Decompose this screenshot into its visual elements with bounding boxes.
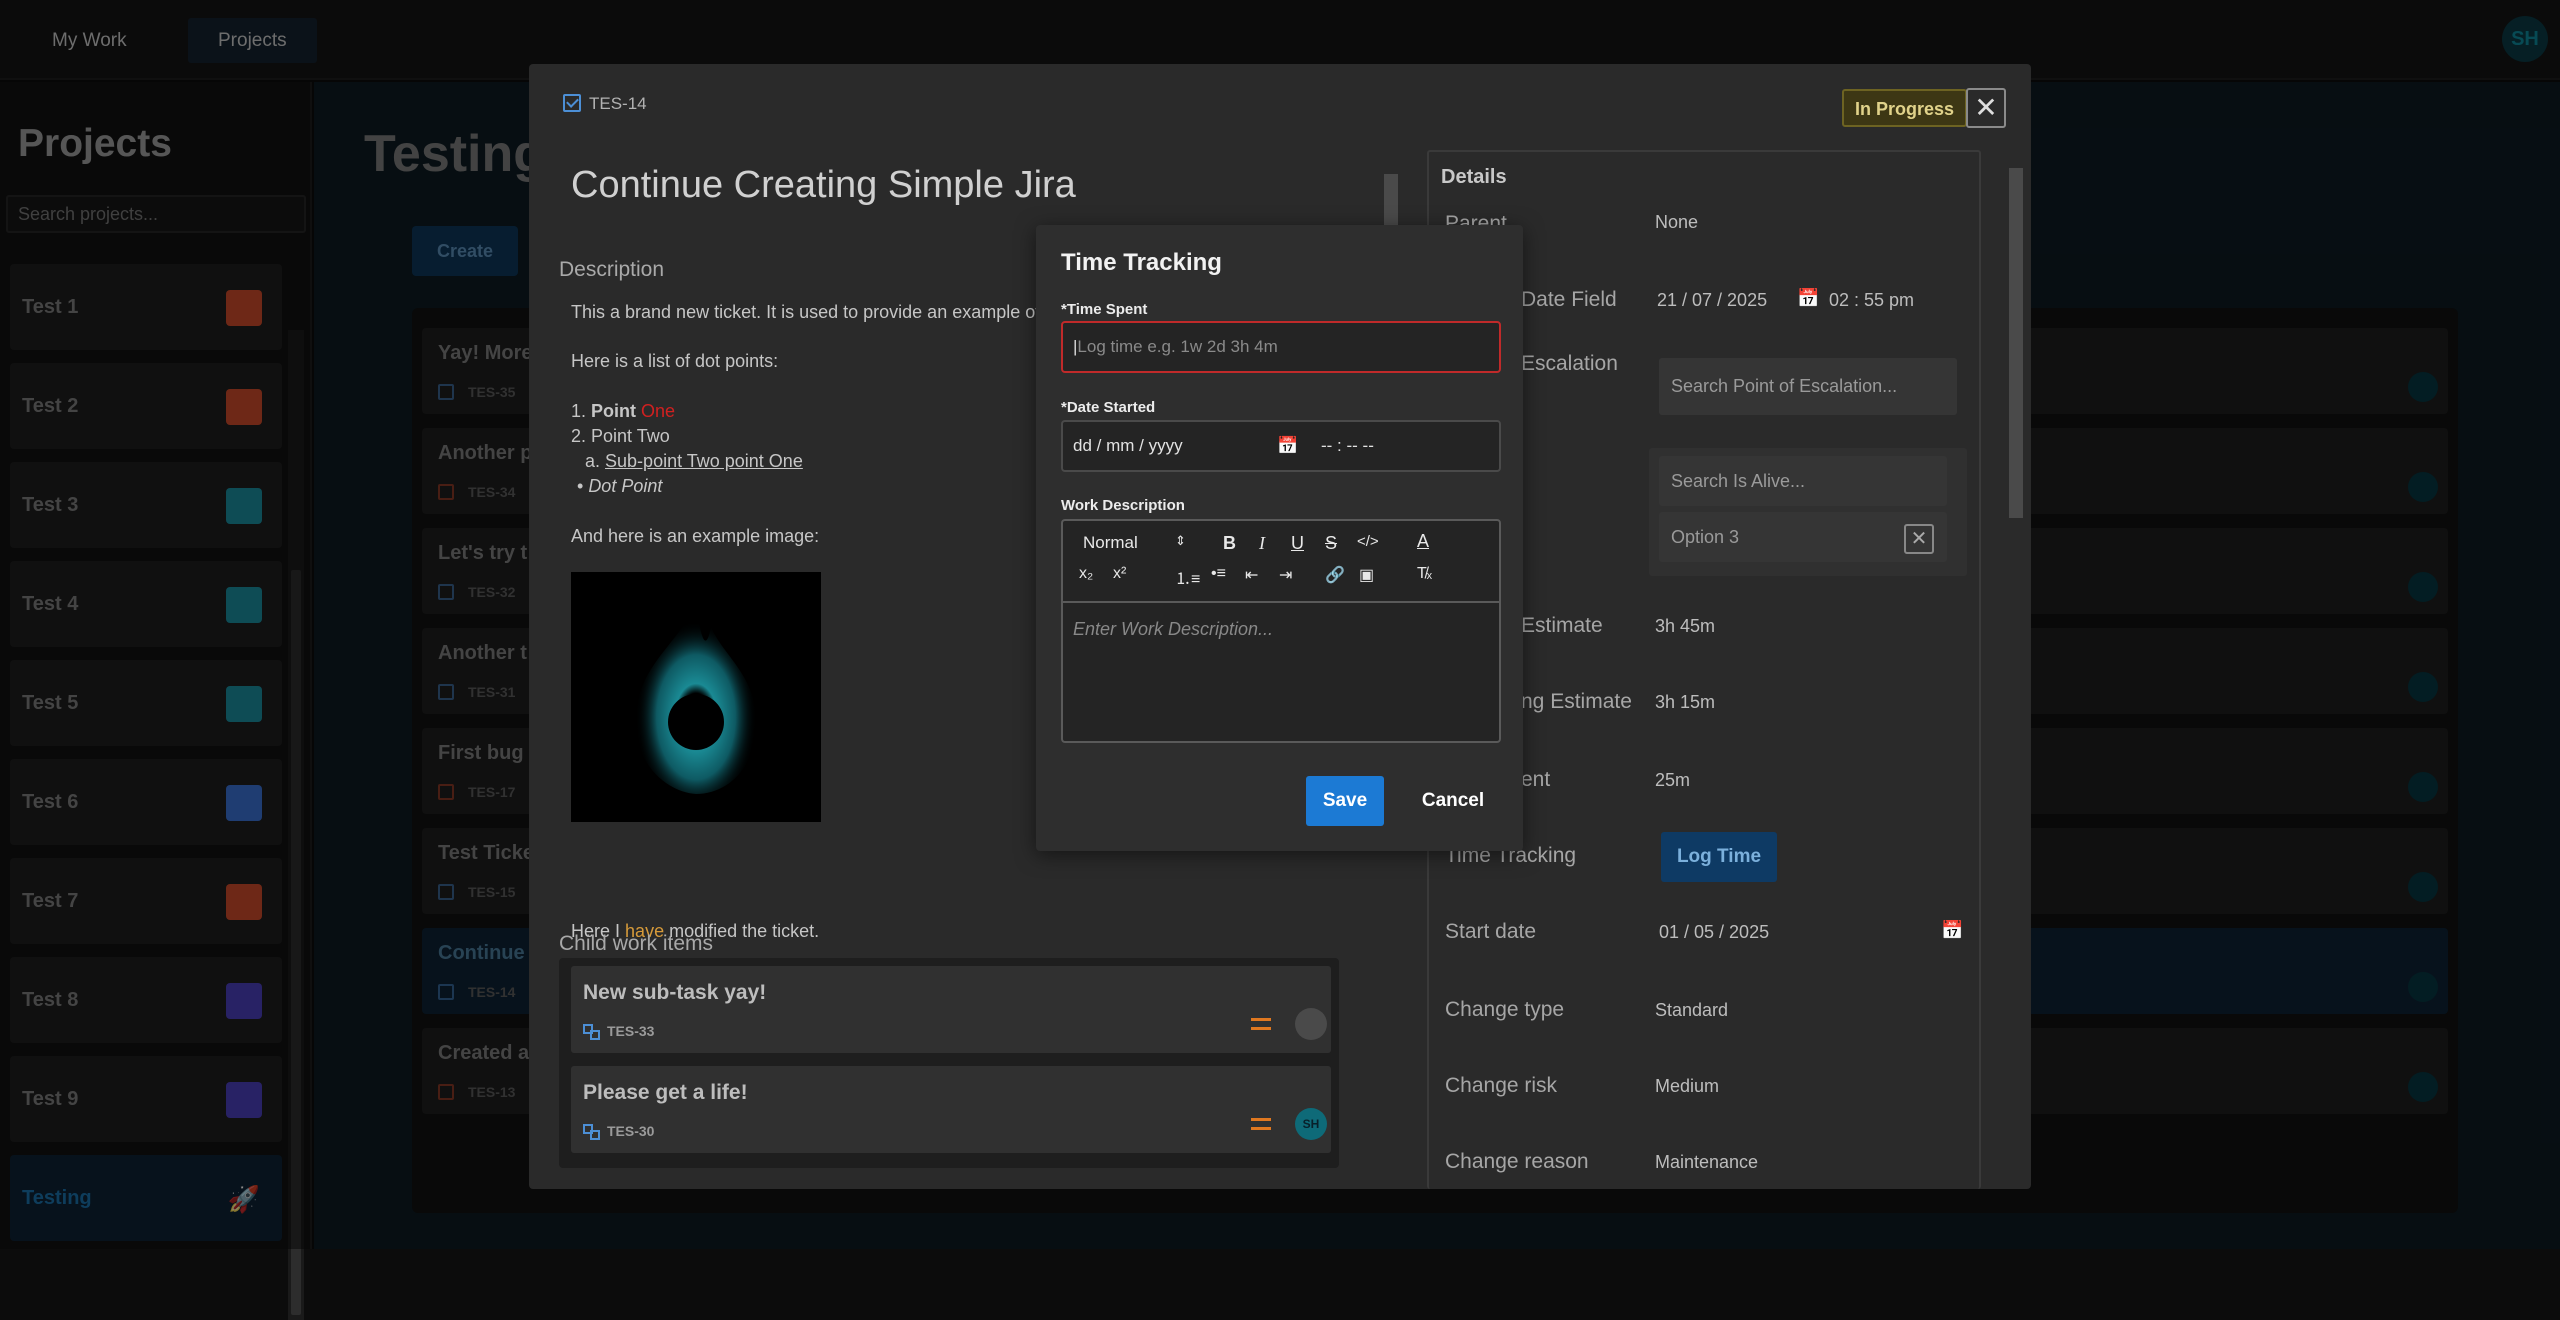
editor-toolbar: Normal ⇕ B I U S </> A x₂ x² ⒈≡ •≡ ⇤ ⇥ 🔗 …: [1063, 521, 1499, 603]
work-description-label: Work Description: [1061, 497, 1185, 514]
escalation-search-input[interactable]: Search Point of Escalation...: [1659, 358, 1957, 415]
details-scrollbar[interactable]: [2007, 152, 2025, 1188]
close-icon: ✕: [1974, 92, 1998, 123]
date-started-input[interactable]: dd / mm / yyyy 📅 -- : -- --: [1061, 420, 1501, 472]
save-button[interactable]: Save: [1306, 776, 1384, 826]
ticket-title[interactable]: Continue Creating Simple Jira: [571, 164, 1076, 207]
details-heading: Details: [1441, 166, 1507, 188]
subscript-icon[interactable]: x₂: [1079, 565, 1093, 583]
child-items-list: New sub-task yay! TES-33 Please get a li…: [559, 958, 1339, 1168]
priority-medium-icon: [1251, 1118, 1271, 1130]
dialog-title: Time Tracking: [1061, 249, 1222, 276]
subtask-icon: [583, 1024, 600, 1040]
description-label: Description: [559, 258, 665, 281]
ticket-key: TES-14: [563, 94, 647, 114]
is-alive-search-input[interactable]: Search Is Alive...: [1659, 456, 1947, 506]
superscript-icon[interactable]: x²: [1113, 565, 1126, 583]
example-fire-image: [571, 572, 821, 822]
time-spent-label: *Time Spent: [1061, 301, 1148, 318]
italic-icon[interactable]: I: [1259, 533, 1265, 554]
task-icon: [563, 94, 581, 112]
work-description-textarea[interactable]: Enter Work Description...: [1073, 619, 1273, 640]
image-icon[interactable]: ▣: [1359, 565, 1374, 585]
close-icon: ✕: [1910, 528, 1928, 550]
close-modal-button[interactable]: ✕: [1966, 88, 2006, 128]
text-color-icon[interactable]: A: [1417, 531, 1429, 552]
unassigned-avatar-icon: [1295, 1008, 1327, 1040]
status-badge[interactable]: In Progress: [1842, 89, 1968, 127]
underline-icon[interactable]: U: [1291, 533, 1304, 554]
link-icon[interactable]: 🔗: [1325, 565, 1345, 585]
child-item[interactable]: Please get a life! TES-30 SH: [571, 1066, 1331, 1153]
time-spent-input[interactable]: |Log time e.g. 1w 2d 3h 4m: [1061, 321, 1501, 373]
ordered-list-icon[interactable]: ⒈≡: [1175, 565, 1200, 589]
calendar-icon[interactable]: 📅: [1797, 288, 1819, 309]
clear-format-icon[interactable]: T̸ₓ: [1417, 565, 1432, 583]
child-item[interactable]: New sub-task yay! TES-33: [571, 966, 1331, 1053]
cancel-button[interactable]: Cancel: [1413, 776, 1493, 826]
work-description-editor: Normal ⇕ B I U S </> A x₂ x² ⒈≡ •≡ ⇤ ⇥ 🔗 …: [1061, 519, 1501, 743]
updown-icon: ⇕: [1175, 533, 1186, 548]
subtask-icon: [583, 1124, 600, 1140]
heading-select[interactable]: Normal ⇕: [1083, 533, 1186, 553]
code-icon[interactable]: </>: [1357, 533, 1379, 550]
strikethrough-icon[interactable]: S: [1325, 533, 1337, 554]
bold-icon[interactable]: B: [1223, 533, 1236, 554]
avatar: SH: [1295, 1108, 1327, 1140]
calendar-icon[interactable]: 📅: [1941, 920, 1963, 941]
indent-icon[interactable]: ⇥: [1279, 565, 1292, 585]
bullet-list-icon[interactable]: •≡: [1211, 565, 1226, 583]
child-items-label: Child work items: [559, 932, 714, 955]
log-time-button[interactable]: Log Time: [1661, 832, 1777, 882]
remove-option-button[interactable]: ✕: [1904, 524, 1934, 554]
priority-medium-icon: [1251, 1018, 1271, 1030]
outdent-icon[interactable]: ⇤: [1245, 565, 1258, 585]
calendar-icon[interactable]: 📅: [1277, 422, 1298, 470]
date-started-label: *Date Started: [1061, 399, 1156, 416]
is-alive-multiselect: Search Is Alive... Option 3 ✕: [1649, 448, 1967, 576]
time-tracking-dialog: Time Tracking *Time Spent |Log time e.g.…: [1036, 225, 1523, 851]
